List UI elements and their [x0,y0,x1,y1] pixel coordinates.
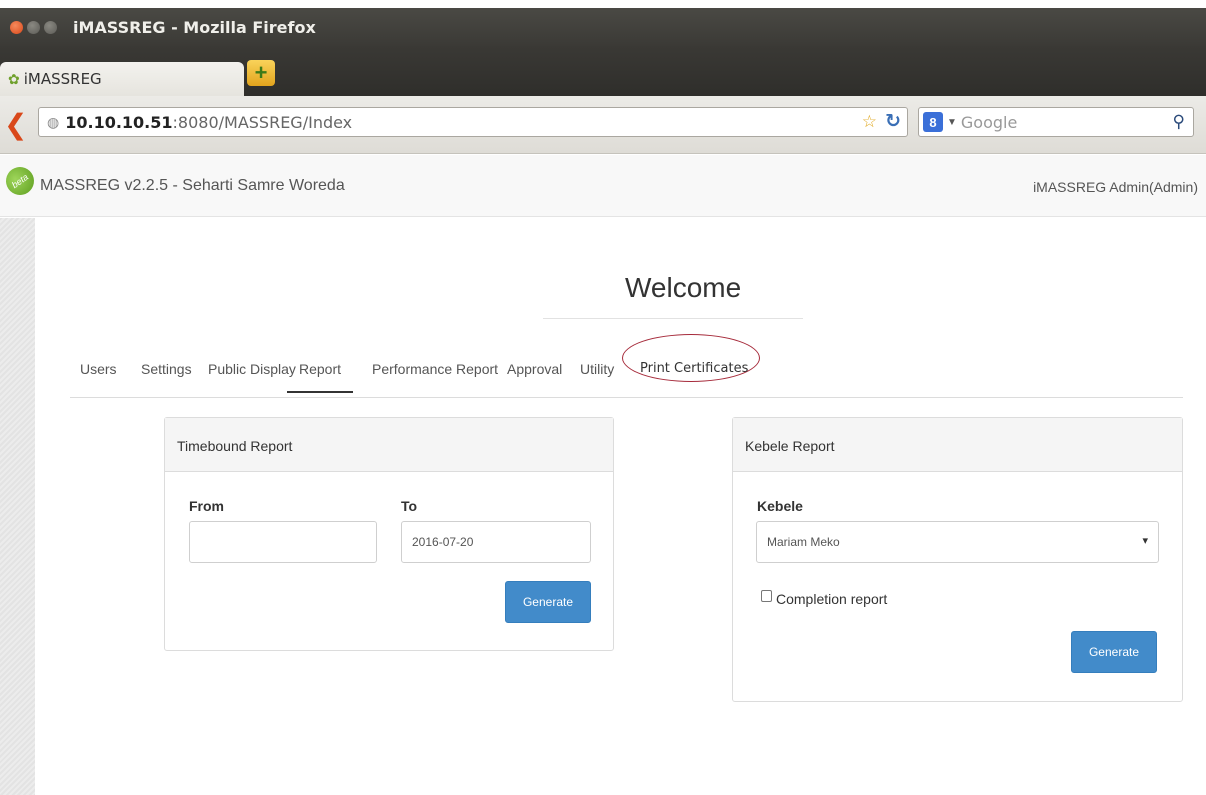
window-title: iMASSREG - Mozilla Firefox [73,17,316,37]
browser-tab-strip: ✿ iMASSREG + [0,46,1206,96]
kebele-report-panel: Kebele Report Kebele Mariam Meko ▾ Compl… [732,417,1183,702]
minimize-window-icon[interactable] [27,20,40,34]
tab-performance-report[interactable]: Performance Report [372,361,498,377]
app-header: beta MASSREG v2.2.5 - Seharti Samre Wore… [0,155,1206,217]
tab-approval[interactable]: Approval [507,361,562,377]
new-tab-button[interactable]: + [247,60,275,86]
browser-tab[interactable]: ✿ iMASSREG [0,62,244,96]
kebele-report-heading: Kebele Report [733,418,1182,472]
to-date-input[interactable]: 2016-07-20 [401,521,591,563]
browser-tab-label: iMASSREG [23,70,102,88]
tab-report[interactable]: Report [287,361,354,393]
tab-public-display[interactable]: Public Display [208,361,296,377]
browser-navbar: ❮ ◍ 10.10.10.51 :8080/MASSREG/Index ☆ ↻ … [0,96,1206,154]
tab-utility[interactable]: Utility [580,361,614,377]
from-date-input[interactable] [189,521,377,563]
url-bar[interactable]: ◍ 10.10.10.51 :8080/MASSREG/Index ☆ ↻ [38,107,908,137]
left-gutter [0,218,35,795]
kebele-select[interactable]: Mariam Meko ▾ [756,521,1159,563]
search-bar[interactable]: 8 ▼ Google ⚲ [918,107,1194,137]
window-titlebar: iMASSREG - Mozilla Firefox [0,8,1206,46]
url-path: :8080/MASSREG/Index [172,112,353,132]
title-divider [543,318,803,319]
completion-report-label[interactable]: Completion report [776,591,887,607]
page-title: Welcome [625,272,742,303]
app-title[interactable]: MASSREG v2.2.5 - Seharti Samre Woreda [40,177,345,195]
timebound-generate-button[interactable]: Generate [505,581,591,623]
kebele-label: Kebele [757,498,803,514]
bookmark-star-icon[interactable]: ☆ [862,112,877,132]
back-arrow-icon[interactable]: ❮ [4,108,27,141]
chevron-down-icon[interactable]: ▼ [947,117,957,128]
timebound-report-heading: Timebound Report [165,418,613,472]
search-placeholder: Google [960,112,1018,132]
url-host: 10.10.10.51 [65,112,173,132]
timebound-report-panel: Timebound Report From To 2016-07-20 Gene… [164,417,614,651]
chevron-down-icon: ▾ [1142,535,1148,547]
search-icon[interactable]: ⚲ [1173,112,1185,132]
site-favicon-icon: ✿ [8,70,20,87]
reload-icon[interactable]: ↻ [885,110,901,133]
tab-settings[interactable]: Settings [141,361,192,377]
from-label: From [189,498,224,514]
kebele-generate-button[interactable]: Generate [1071,631,1157,673]
tab-print-certificates[interactable]: Print Certificates [640,361,748,376]
plus-icon: + [254,60,268,85]
beta-badge-icon: beta [0,161,40,201]
maximize-window-icon[interactable] [44,20,57,34]
tab-users[interactable]: Users [80,361,117,377]
close-window-icon[interactable] [10,20,23,34]
kebele-selected-value: Mariam Meko [767,535,840,549]
user-menu[interactable]: iMASSREG Admin(Admin) [1033,179,1198,195]
to-label: To [401,498,418,514]
main-tabs: Users Settings Public Display Report Per… [70,356,1183,398]
google-engine-icon[interactable]: 8 [923,112,943,132]
completion-report-checkbox[interactable] [761,590,772,602]
site-identity-icon[interactable]: ◍ [47,114,59,131]
